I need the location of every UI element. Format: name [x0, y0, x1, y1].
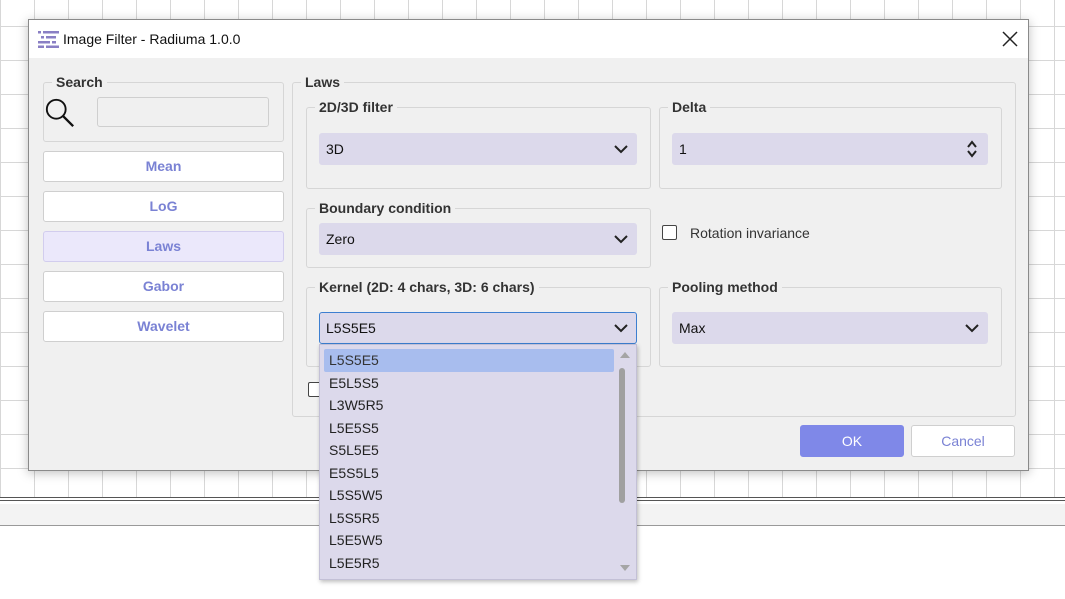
kernel-select[interactable]: L5S5E5 [319, 312, 637, 344]
search-group: Search [43, 74, 284, 142]
filter-dim-title: 2D/3D filter [315, 99, 397, 115]
filter-button-mean[interactable]: Mean [43, 151, 284, 182]
kernel-value: L5S5E5 [326, 320, 376, 336]
search-input[interactable] [97, 97, 269, 127]
kernel-option[interactable]: L5S5R5 [324, 507, 614, 530]
rotation-invariance-checkbox[interactable] [662, 225, 677, 240]
boundary-value: Zero [326, 231, 355, 247]
window-title: Image Filter - Radiuma 1.0.0 [63, 31, 241, 47]
filter-dim-value: 3D [326, 141, 344, 157]
kernel-option[interactable]: L5S5W5 [324, 484, 614, 507]
dropdown-scrollbar[interactable] [618, 347, 632, 577]
title-bar[interactable]: Image Filter - Radiuma 1.0.0 [29, 20, 1028, 58]
boundary-select[interactable]: Zero [319, 223, 637, 255]
scroll-down-icon[interactable] [620, 565, 630, 571]
delta-title: Delta [668, 99, 711, 115]
kernel-option[interactable]: E5S5L5 [324, 462, 614, 485]
search-icon [45, 98, 75, 128]
close-button[interactable] [995, 24, 1025, 54]
scroll-up-icon[interactable] [620, 352, 630, 358]
filter-button-laws[interactable]: Laws [43, 231, 284, 262]
laws-group-title: Laws [301, 74, 345, 90]
ok-button[interactable]: OK [800, 425, 904, 457]
filter-button-log[interactable]: LoG [43, 191, 284, 222]
delta-value: 1 [679, 141, 687, 157]
filter-button-wavelet[interactable]: Wavelet [43, 311, 284, 342]
kernel-option[interactable]: L3W5R5 [324, 394, 614, 417]
chevron-down-icon [614, 324, 628, 333]
filter-button-gabor[interactable]: Gabor [43, 271, 284, 302]
chevron-down-icon [614, 235, 628, 244]
pooling-value: Max [679, 320, 706, 336]
kernel-option[interactable]: S5L5E5 [324, 439, 614, 462]
delta-spinbox[interactable]: 1 [672, 133, 988, 165]
cancel-button[interactable]: Cancel [911, 425, 1015, 457]
kernel-option[interactable]: L5E5W5 [324, 529, 614, 552]
chevron-down-icon [965, 324, 979, 333]
pooling-select[interactable]: Max [672, 312, 988, 344]
filter-dim-select[interactable]: 3D [319, 133, 637, 165]
spin-arrows-icon[interactable] [967, 139, 977, 159]
kernel-option[interactable]: E5L5S5 [324, 372, 614, 395]
app-logo-icon [38, 31, 59, 48]
scrollbar-thumb[interactable] [619, 368, 625, 503]
kernel-option[interactable]: L5E5R5 [324, 552, 614, 575]
kernel-option[interactable]: L5E5S5 [324, 417, 614, 440]
kernel-title: Kernel (2D: 4 chars, 3D: 6 chars) [315, 279, 539, 295]
kernel-dropdown-list[interactable]: L5S5E5 E5L5S5 L3W5R5 L5E5S5 S5L5E5 E5S5L… [319, 344, 637, 580]
boundary-title: Boundary condition [315, 200, 456, 216]
pooling-title: Pooling method [668, 279, 782, 295]
close-icon [1002, 31, 1018, 47]
chevron-down-icon [614, 145, 628, 154]
kernel-option[interactable]: L5S5E5 [324, 349, 614, 372]
search-group-title: Search [52, 74, 107, 90]
kernel-options: L5S5E5 E5L5S5 L3W5R5 L5E5S5 S5L5E5 E5S5L… [324, 349, 614, 574]
rotation-invariance-label: Rotation invariance [690, 225, 810, 241]
